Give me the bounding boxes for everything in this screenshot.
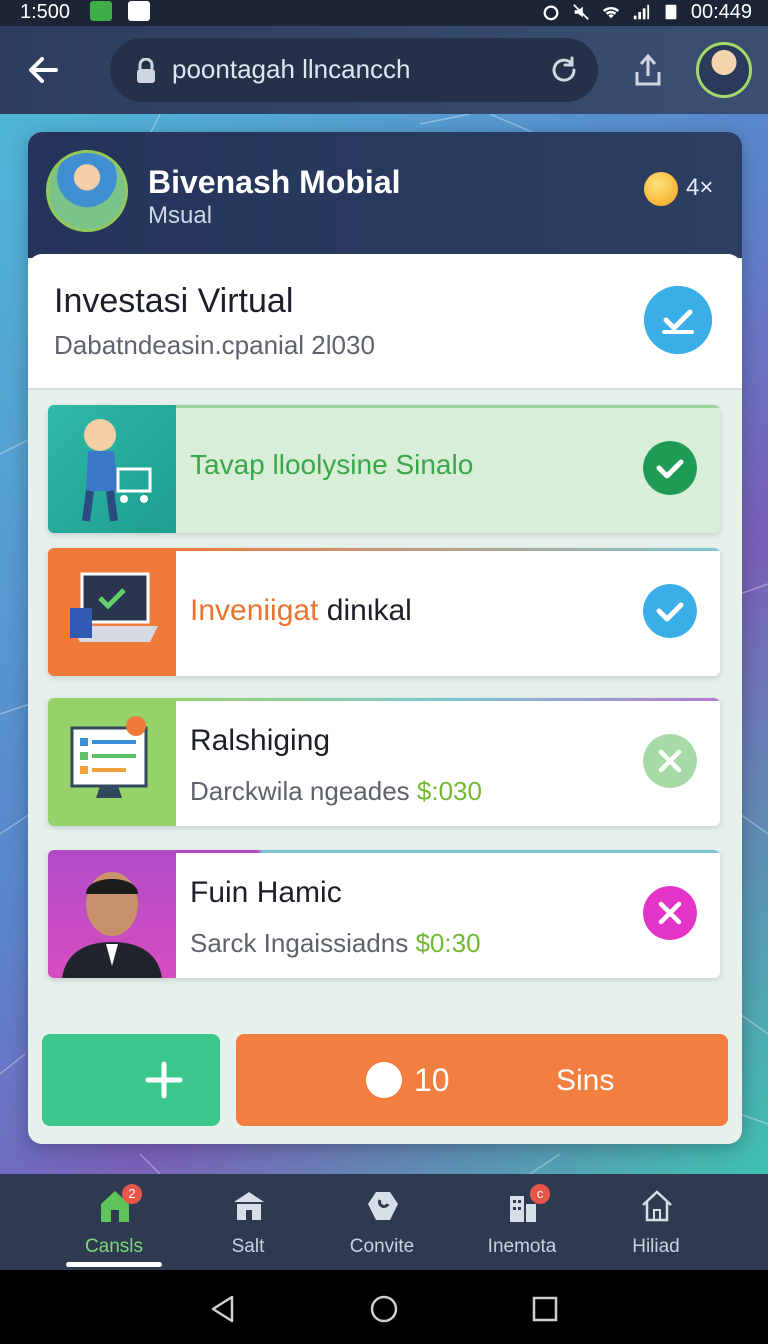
- notification-icon: [90, 1, 112, 21]
- item-title-highlight: Inveniigat: [190, 594, 319, 627]
- nav-label: Salt: [231, 1236, 265, 1257]
- status-time: 1:500: [20, 1, 71, 23]
- battery-icon: [665, 4, 677, 20]
- summary-subtitle: Dabatndeasin.cpanial 2l030: [54, 330, 375, 360]
- spin-button[interactable]: 10 Sins: [236, 1034, 728, 1126]
- spin-count: 10: [414, 1062, 450, 1098]
- plus-icon: [145, 1061, 183, 1099]
- row-divider: [176, 698, 720, 701]
- reload-icon[interactable]: [548, 54, 580, 86]
- cancel-icon[interactable]: [643, 734, 697, 788]
- nav-item-convite[interactable]: Convite: [322, 1188, 442, 1268]
- row-divider: [176, 405, 720, 408]
- user-avatar[interactable]: [696, 42, 752, 98]
- address-bar[interactable]: poontagah llncancch: [110, 38, 598, 102]
- alarm-icon: [543, 5, 559, 21]
- house-outline-icon: [642, 1190, 672, 1222]
- profile-header: Bivenash Mobial Msual 4×: [28, 132, 742, 258]
- store-icon: [234, 1192, 264, 1220]
- row-divider: [176, 850, 720, 853]
- row-divider: [176, 548, 720, 551]
- profile-name: Bivenash Mobial: [148, 164, 401, 200]
- status-bar: 1:500 00:449: [0, 0, 768, 26]
- share-icon[interactable]: [632, 52, 664, 88]
- item-amount: $0:30: [415, 928, 481, 958]
- mute-icon: [572, 4, 589, 20]
- back-arrow-icon[interactable]: [22, 48, 66, 92]
- laptop-illustration: [48, 548, 176, 676]
- wifi-icon: [602, 6, 619, 19]
- item-title-rest: dinιkal: [326, 594, 412, 627]
- item-amount: $:030: [416, 776, 482, 806]
- cancel-icon[interactable]: [643, 886, 697, 940]
- recents-square-icon[interactable]: [530, 1294, 560, 1324]
- spin-label: Sins: [556, 1064, 615, 1097]
- item-title: Inveniigat dinιkal: [190, 594, 412, 628]
- system-nav-bar: [0, 1270, 768, 1344]
- bottom-nav: 2 Cansls Salt Convite c Inemota Hiliad: [0, 1174, 768, 1270]
- back-triangle-icon[interactable]: [208, 1294, 238, 1324]
- list-item[interactable]: Ralshiging Darckwila ngeades $:030: [48, 698, 720, 826]
- puzzle-icon: [368, 1192, 398, 1220]
- item-subtitle-text: Sarck Ingaissiadns: [190, 928, 409, 958]
- main-card: Bivenash Mobial Msual 4× Investasi Virtu…: [28, 132, 742, 1144]
- notification-badge: c: [530, 1184, 550, 1204]
- nav-item-inemota[interactable]: c Inemota: [462, 1184, 582, 1268]
- signal-icon: [633, 4, 649, 20]
- person-photo: [48, 850, 176, 978]
- item-subtitle-text: Darckwila ngeades: [190, 776, 410, 806]
- check-icon[interactable]: [643, 584, 697, 638]
- lock-icon: [137, 58, 155, 83]
- profile-avatar[interactable]: [46, 150, 128, 232]
- list-item[interactable]: Fuin Hamic Sarck Ingaissiadns $0:30: [48, 850, 720, 978]
- add-button[interactable]: [42, 1034, 220, 1126]
- check-icon[interactable]: [643, 441, 697, 495]
- nav-label: Convite: [349, 1236, 415, 1257]
- profile-subtitle: Msual: [148, 202, 213, 229]
- nav-label: Inemota: [487, 1236, 557, 1257]
- list-item[interactable]: Tavap lloolysine Sinalo: [48, 405, 720, 533]
- item-title: Tavap lloolysine Sinalo: [190, 449, 474, 480]
- status-clock-right: 00:449: [690, 1, 752, 23]
- coin-count: 4×: [686, 174, 714, 201]
- notification-badge: 2: [122, 1184, 142, 1204]
- nav-item-hiliad[interactable]: Hiliad: [596, 1188, 716, 1268]
- check-icon[interactable]: [644, 286, 712, 354]
- status-icons: 00:449: [541, 0, 752, 24]
- nav-item-salt[interactable]: Salt: [188, 1188, 308, 1268]
- token-icon: [366, 1062, 402, 1098]
- item-title: Fuin Hamic: [190, 876, 342, 909]
- coin-icon: [644, 172, 678, 206]
- nav-label: Hiliad: [632, 1236, 680, 1257]
- monitor-illustration: [48, 698, 176, 826]
- item-subtitle: Sarck Ingaissiadns $0:30: [190, 928, 481, 959]
- check-notification-icon: [128, 1, 150, 21]
- list-item[interactable]: Inveniigat dinιkal: [48, 548, 720, 676]
- shopping-illustration: [48, 405, 176, 533]
- home-circle-icon[interactable]: [369, 1294, 399, 1324]
- summary-title: Investasi Virtual: [54, 282, 294, 320]
- nav-item-cansls[interactable]: 2 Cansls: [54, 1184, 174, 1268]
- item-title: Ralshiging: [190, 724, 331, 757]
- nav-label: Cansls: [84, 1236, 144, 1257]
- summary-panel: Investasi Virtual Dabatndeasin.cpanial 2…: [28, 254, 742, 390]
- url-text: poontagah llncancch: [172, 54, 411, 84]
- item-subtitle: Darckwila ngeades $:030: [190, 776, 482, 807]
- app-bar: poontagah llncancch: [0, 26, 768, 114]
- active-tab-indicator: [66, 1262, 162, 1267]
